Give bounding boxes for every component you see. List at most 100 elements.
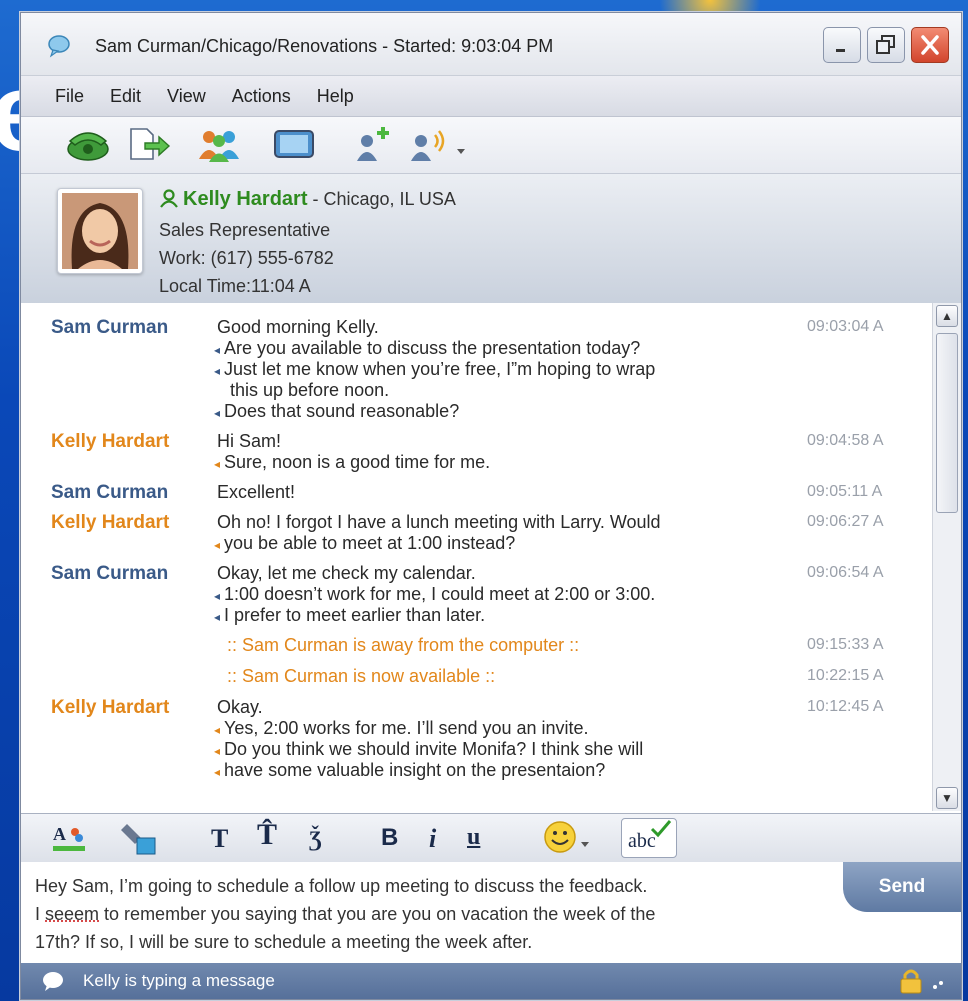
decrease-font-button[interactable]: Ǯ	[309, 826, 322, 852]
chat-window: Sam Curman/Chicago/Renovations - Started…	[20, 12, 962, 1000]
message-line: Good morning Kelly.	[217, 317, 379, 338]
message-line: ◂ Does that sound reasonable?	[214, 401, 459, 422]
close-button[interactable]	[911, 27, 949, 63]
menu-file[interactable]: File	[55, 86, 84, 107]
minimize-icon	[836, 49, 845, 52]
svg-text:A: A	[53, 824, 66, 844]
compose-line-2: I seeem to remember you saying that you …	[35, 904, 655, 925]
contact-work-phone: Work: (617) 555-6782	[159, 248, 334, 268]
contact-name: Kelly Hardart	[183, 188, 308, 210]
message-text: have some valuable insight on the presen…	[224, 760, 606, 780]
message-sender: Kelly Hardart	[51, 512, 170, 533]
scroll-up-button[interactable]: ▲	[936, 305, 958, 327]
menu-help[interactable]: Help	[317, 86, 354, 107]
message-text: Hi Sam!	[217, 431, 282, 451]
message-line: Hi Sam!	[217, 431, 281, 452]
avatar[interactable]	[57, 188, 143, 274]
contact-photo	[62, 193, 138, 269]
restore-button[interactable]	[867, 27, 905, 63]
message-sender: Sam Curman	[51, 482, 169, 503]
menu-view[interactable]: View	[167, 86, 206, 107]
message-line: ◂ I prefer to meet earlier than later.	[214, 605, 485, 626]
message-timestamp: 10:22:15 A	[807, 667, 884, 684]
message-timestamp: 09:15:33 A	[807, 636, 884, 653]
message-line: ◂ Do you think we should invite Monifa? I…	[214, 739, 643, 760]
message-text: you be able to meet at 1:00 instead?	[224, 533, 516, 553]
continuation-arrow-icon: ◂	[214, 538, 221, 552]
message-text: Okay, let me check my calendar.	[217, 563, 476, 583]
chat-bubble-icon	[48, 35, 70, 58]
message-text: Just let me know when you’re free, I”m h…	[224, 359, 656, 379]
invite-group-icon[interactable]	[197, 127, 241, 163]
contact-role: Sales Representative	[159, 220, 331, 240]
continuation-arrow-icon: ◂	[214, 589, 221, 603]
font-color-icon[interactable]: A	[51, 822, 87, 854]
menu-edit[interactable]: Edit	[110, 86, 141, 107]
message-line: ◂ Are you available to discuss the presen…	[214, 338, 640, 359]
bold-button[interactable]: B	[381, 824, 398, 852]
continuation-arrow-icon: ◂	[214, 610, 221, 624]
continuation-arrow-icon: ◂	[214, 744, 221, 758]
message-sender: Kelly Hardart	[51, 431, 170, 452]
message-line: Okay, let me check my calendar.	[217, 563, 476, 584]
underline-button[interactable]: u	[467, 824, 480, 851]
menu-actions[interactable]: Actions	[232, 86, 291, 107]
message-text: Okay.	[217, 697, 263, 717]
status-bar: Kelly is typing a message	[21, 963, 961, 999]
misspelled-word[interactable]: seeem	[45, 904, 99, 924]
scroll-down-button[interactable]: ▼	[936, 787, 958, 809]
message-line: Oh no! I forgot I have a lunch meeting w…	[217, 512, 661, 533]
typing-status: Kelly is typing a message	[83, 971, 275, 990]
add-contact-icon[interactable]	[351, 127, 391, 163]
scrollbar[interactable]: ▲ ▼	[932, 303, 961, 811]
compose-line-2-start: I	[35, 904, 46, 924]
system-message: :: Sam Curman is away from the computer …	[227, 635, 580, 655]
compose-line-3: 17th? If so, I will be sure to schedule …	[35, 932, 533, 952]
normal-text-button[interactable]: T	[211, 824, 228, 854]
message-timestamp: 09:05:11 A	[807, 483, 883, 500]
minimize-button[interactable]	[823, 27, 861, 63]
message-timestamp: 09:04:58 A	[807, 432, 884, 449]
message-line: ◂ 1:00 doesn’t work for me, I could meet …	[214, 584, 655, 605]
message-text: Oh no! I forgot I have a lunch meeting w…	[217, 512, 661, 532]
message-sender: Sam Curman	[51, 317, 169, 338]
chat-transcript: ▲ ▼ Sam Curman 09:03:04 A Good morning Kel…	[21, 303, 961, 811]
contact-name-line: Kelly Hardart - Chicago, IL USA	[159, 188, 456, 211]
lock-icon[interactable]	[897, 967, 947, 995]
message-text: 1:00 doesn’t work for me, I could meet a…	[224, 584, 656, 604]
increase-font-button[interactable]: T̂	[257, 818, 277, 852]
main-toolbar	[21, 117, 961, 174]
audio-icon[interactable]	[407, 127, 469, 163]
message-line: ◂ you be able to meet at 1:00 instead?	[214, 533, 515, 554]
message-text: this up before noon.	[230, 380, 390, 400]
message-compose-area[interactable]: Hey Sam, I’m going to schedule a follow …	[21, 862, 961, 962]
title-bar[interactable]: Sam Curman/Chicago/Renovations - Started…	[21, 13, 961, 76]
contact-location: - Chicago, IL USA	[312, 189, 456, 209]
phone-icon[interactable]	[65, 127, 111, 163]
message-line: ◂ Yes, 2:00 works for me. I’ll send you a…	[214, 718, 589, 739]
message-timestamp: 10:12:45 A	[807, 698, 884, 715]
italic-button[interactable]: i	[429, 824, 436, 854]
spell-check-icon: abc	[628, 820, 672, 852]
online-status-icon	[160, 189, 178, 208]
message-line: ◂ Just let me know when you’re free, I”m …	[214, 359, 655, 380]
background-color-icon[interactable]	[121, 820, 159, 856]
scroll-thumb[interactable]	[936, 333, 958, 513]
message-sender: Kelly Hardart	[51, 697, 170, 718]
send-button[interactable]: Send	[843, 862, 961, 912]
message-timestamp: 09:06:27 A	[807, 513, 884, 530]
format-toolbar: A T T̂ Ǯ B i u abc	[21, 813, 961, 863]
message-text: Does that sound reasonable?	[224, 401, 460, 421]
continuation-arrow-icon: ◂	[214, 765, 221, 779]
menu-bar: File Edit View Actions Help	[21, 76, 961, 117]
message-sender: Sam Curman	[51, 563, 169, 584]
screen-share-icon[interactable]	[271, 127, 317, 163]
emoticon-icon[interactable]	[543, 820, 593, 856]
close-icon	[921, 35, 939, 55]
typing-bubble-icon	[43, 972, 63, 991]
message-text: Yes, 2:00 works for me. I’ll send you an…	[224, 718, 589, 738]
continuation-arrow-icon: ◂	[214, 364, 221, 378]
continuation-arrow-icon: ◂	[214, 457, 221, 471]
spell-check-button[interactable]: abc	[621, 818, 677, 858]
send-file-icon[interactable]	[127, 127, 171, 163]
